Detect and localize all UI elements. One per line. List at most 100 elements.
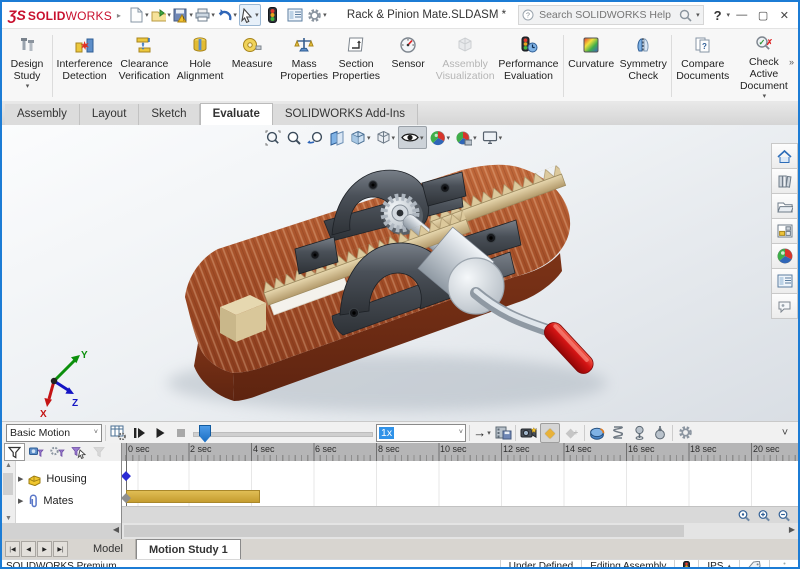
keyframe-mode-button[interactable]: ◆ bbox=[540, 423, 560, 443]
tree-vertical-scrollbar[interactable]: ▲ ▼ bbox=[2, 461, 16, 523]
tree-horizontal-scrollbar[interactable]: ◀ bbox=[2, 523, 122, 539]
calculate-button[interactable] bbox=[109, 424, 127, 442]
tags-button[interactable] bbox=[739, 560, 769, 569]
ribbon-design-study[interactable]: Design Study ▾ bbox=[4, 31, 50, 101]
scroll-right-icon[interactable]: ▶ bbox=[789, 525, 795, 534]
select-tool-button[interactable]: ▾ bbox=[239, 4, 261, 26]
mates-bar[interactable] bbox=[126, 490, 260, 503]
timebar-thumb[interactable] bbox=[199, 425, 211, 443]
scroll-left-icon[interactable]: ◀ bbox=[113, 525, 119, 534]
scroll-thumb[interactable] bbox=[3, 473, 13, 495]
timeline-canvas[interactable]: ◆ ◆ bbox=[122, 461, 798, 523]
tab-layout[interactable]: Layout bbox=[80, 104, 140, 125]
key-point-mates[interactable]: ◆ bbox=[122, 491, 131, 504]
timebar-track[interactable] bbox=[193, 432, 373, 437]
menu-flyout-icon[interactable]: ▸ bbox=[117, 11, 121, 20]
playback-mode-arrow-icon: → bbox=[473, 425, 486, 440]
search-box[interactable]: ? ▾ bbox=[518, 5, 704, 25]
save-button[interactable]: !▾ bbox=[173, 5, 193, 25]
ruler-label: 6 sec bbox=[315, 444, 337, 454]
search-scope-caret-icon[interactable]: ▾ bbox=[696, 11, 700, 19]
ribbon-hole-alignment[interactable]: Hole Alignment bbox=[174, 31, 226, 101]
motor-button[interactable] bbox=[588, 424, 606, 442]
timeline-zoom-in-button[interactable] bbox=[756, 508, 772, 522]
timeline-horizontal-scrollbar[interactable]: ▶ bbox=[122, 523, 798, 539]
expand-arrow-icon[interactable]: ▶ bbox=[18, 497, 23, 505]
ribbon-curvature[interactable]: Curvature bbox=[565, 31, 617, 101]
hscroll-thumb[interactable] bbox=[124, 525, 684, 537]
motion-study-properties-button[interactable] bbox=[676, 424, 694, 442]
ribbon-symmetry-check[interactable]: Symmetry Check bbox=[617, 31, 669, 101]
force-button[interactable] bbox=[630, 424, 648, 442]
tab-assembly[interactable]: Assembly bbox=[5, 104, 80, 125]
ribbon-mass-properties[interactable]: Mass Properties bbox=[278, 31, 330, 101]
spring-button[interactable] bbox=[609, 424, 627, 442]
timeline-ruler[interactable]: 0 sec 2 sec 4 sec 6 sec 8 sec 10 sec 12 … bbox=[122, 443, 798, 461]
animation-wizard-button[interactable] bbox=[519, 424, 537, 442]
resize-grip[interactable] bbox=[769, 560, 794, 569]
ribbon-interference-detection[interactable]: Interference Detection bbox=[55, 31, 115, 101]
play-from-start-button[interactable] bbox=[130, 424, 148, 442]
scroll-down-icon[interactable]: ▼ bbox=[5, 515, 12, 522]
filter-animated-button[interactable] bbox=[27, 444, 46, 460]
maximize-button[interactable]: ▢ bbox=[753, 6, 772, 24]
open-button[interactable]: ▾ bbox=[151, 5, 171, 25]
settings-button[interactable]: ▾ bbox=[307, 5, 327, 25]
last-tab-button[interactable]: ▶| bbox=[53, 541, 68, 557]
units-selector[interactable]: IPS▴ bbox=[698, 560, 739, 569]
playback-speed-select[interactable]: 1x˅ bbox=[376, 424, 466, 442]
ruler-label: 10 sec bbox=[440, 444, 467, 454]
tab-sketch[interactable]: Sketch bbox=[139, 104, 199, 125]
filter-driving-button[interactable] bbox=[48, 444, 67, 460]
graphics-viewport[interactable]: ▾ ▾ ▾ ▾ ▾ ▾ bbox=[2, 125, 798, 421]
save-animation-button[interactable] bbox=[494, 424, 512, 442]
search-icon[interactable] bbox=[679, 9, 692, 22]
filter-all-button[interactable] bbox=[4, 443, 25, 461]
filter-selected-button[interactable] bbox=[69, 444, 88, 460]
ribbon-sensor[interactable]: Sensor bbox=[382, 31, 434, 101]
tab-model[interactable]: Model bbox=[81, 539, 136, 559]
tree-item-label: Mates bbox=[43, 495, 73, 507]
next-tab-button[interactable]: ▶ bbox=[37, 541, 52, 557]
minimize-button[interactable]: — bbox=[732, 6, 751, 24]
timeline-zoom-out-button[interactable] bbox=[776, 508, 792, 522]
print-button[interactable]: ▾ bbox=[195, 5, 215, 25]
collapse-motionmanager-button[interactable]: ˅ bbox=[776, 424, 794, 442]
ribbon-performance-evaluation[interactable]: Performance Evaluation bbox=[496, 31, 561, 101]
close-icon: ✕ bbox=[780, 9, 789, 22]
tree-item-mates[interactable]: ▶ Mates bbox=[18, 491, 121, 511]
help-caret-icon[interactable]: ▾ bbox=[727, 11, 731, 19]
tree-item-housing[interactable]: ▶ Housing bbox=[18, 469, 121, 489]
study-type-select[interactable]: Basic Motion˅ bbox=[6, 424, 102, 442]
gravity-button[interactable] bbox=[651, 424, 669, 442]
prev-tab-button[interactable]: ◀ bbox=[21, 541, 36, 557]
timeline-zoom-fit-button[interactable] bbox=[736, 508, 752, 522]
play-button[interactable] bbox=[151, 424, 169, 442]
key-point-housing[interactable]: ◆ bbox=[122, 469, 131, 482]
first-tab-button[interactable]: |◀ bbox=[5, 541, 20, 557]
help-button[interactable]: ? bbox=[714, 8, 722, 23]
performance-pipeline-button[interactable] bbox=[263, 5, 283, 25]
search-input[interactable] bbox=[537, 8, 676, 22]
expand-arrow-icon[interactable]: ▶ bbox=[18, 475, 23, 483]
performance-status[interactable] bbox=[674, 560, 698, 569]
options-list-button[interactable] bbox=[285, 5, 305, 25]
tab-solidworks-add-ins[interactable]: SOLIDWORKS Add-Ins bbox=[273, 104, 418, 125]
new-document-button[interactable]: ▾ bbox=[129, 5, 149, 25]
motionmanager-body: ▲ ▼ ▶ Housing ▶ Mates ◆ ◆ bbox=[2, 461, 798, 523]
tab-evaluate[interactable]: Evaluate bbox=[200, 103, 273, 125]
tab-motion-study-1[interactable]: Motion Study 1 bbox=[136, 539, 241, 559]
ribbon-clearance-verification[interactable]: Clearance Verification bbox=[115, 31, 175, 101]
timebar-slider[interactable] bbox=[193, 425, 373, 441]
ribbon-measure[interactable]: Measure bbox=[226, 31, 278, 101]
ribbon-section-properties[interactable]: Section Properties bbox=[330, 31, 382, 101]
close-button[interactable]: ✕ bbox=[775, 6, 794, 24]
license-label: SOLIDWORKS Premium bbox=[6, 561, 117, 569]
ribbon-compare-documents[interactable]: ? Compare Documents bbox=[674, 31, 732, 101]
playback-mode-button[interactable]: →▾ bbox=[473, 424, 491, 442]
scroll-up-icon[interactable]: ▲ bbox=[5, 462, 12, 469]
model-rack-and-pinion[interactable]: Y X Z bbox=[2, 125, 798, 421]
ribbon-overflow-icon[interactable]: » bbox=[789, 57, 794, 67]
ribbon-check-active-document[interactable]: ✓✗ Check Active Document ▾ bbox=[732, 31, 796, 101]
undo-button[interactable]: ▾ bbox=[217, 5, 237, 25]
